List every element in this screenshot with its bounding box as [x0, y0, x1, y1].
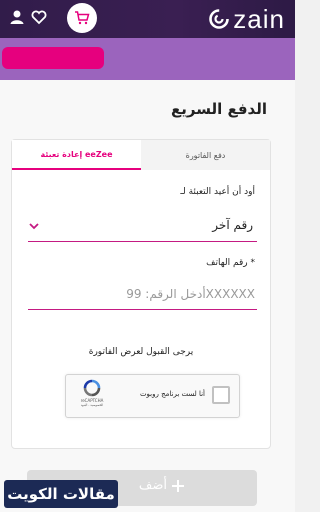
- zain-swirl-icon: [209, 9, 230, 29]
- main-content: الدفع السريع دفع الفاتورة إعادة تعبئة ee…: [0, 80, 295, 512]
- add-label: أضف: [138, 478, 167, 493]
- logo-text: zain: [233, 3, 285, 34]
- recharge-for-label: أود أن أعيد التعبئة لـ: [180, 187, 255, 197]
- tab-bar: دفع الفاتورة إعادة تعبئة eeZee: [12, 140, 270, 170]
- quick-pay-card: دفع الفاتورة إعادة تعبئة eeZee أود أن أع…: [11, 139, 271, 449]
- add-button-content: أضف: [139, 478, 185, 493]
- promo-pill[interactable]: [2, 47, 104, 69]
- chevron-down-icon: [29, 223, 39, 230]
- page-title: الدفع السريع: [171, 100, 267, 118]
- phone-label: رقم الهاتف *: [206, 258, 255, 268]
- heart-icon[interactable]: [28, 6, 50, 28]
- recaptcha-text: أنا لست برنامج روبوت: [139, 390, 205, 398]
- recaptcha-icon: [83, 379, 101, 397]
- recaptcha-privacy-links[interactable]: الخصوصية - البنود: [81, 403, 103, 407]
- recaptcha-logo: reCAPTCHA الخصوصية - البنود: [73, 379, 111, 415]
- accept-notice: يرجى القبول لعرض الفاتورة: [88, 347, 194, 357]
- plus-icon: [172, 479, 184, 492]
- user-icon[interactable]: [6, 6, 28, 28]
- promo-banner: [0, 38, 295, 80]
- top-header: zain: [0, 0, 295, 38]
- cart-icon: [75, 11, 90, 25]
- recaptcha-checkbox[interactable]: [212, 386, 230, 404]
- phone-input[interactable]: أدخل الرقم: 99XXXXXX: [28, 280, 257, 310]
- recharge-for-select[interactable]: رقم آخر: [28, 210, 257, 242]
- tab-eezee-recharge[interactable]: إعادة تعبئة eeZee: [12, 140, 141, 170]
- zain-logo[interactable]: zain: [208, 4, 285, 34]
- cart-button[interactable]: [67, 3, 97, 33]
- site-watermark: مقالات الكويت: [4, 480, 118, 508]
- phone-placeholder: أدخل الرقم: 99XXXXXX: [126, 287, 255, 301]
- recaptcha-widget: أنا لست برنامج روبوت reCAPTCHA الخصوصية …: [65, 374, 240, 418]
- recharge-for-value: رقم آخر: [212, 218, 253, 232]
- tab-bill-payment[interactable]: دفع الفاتورة: [141, 140, 270, 170]
